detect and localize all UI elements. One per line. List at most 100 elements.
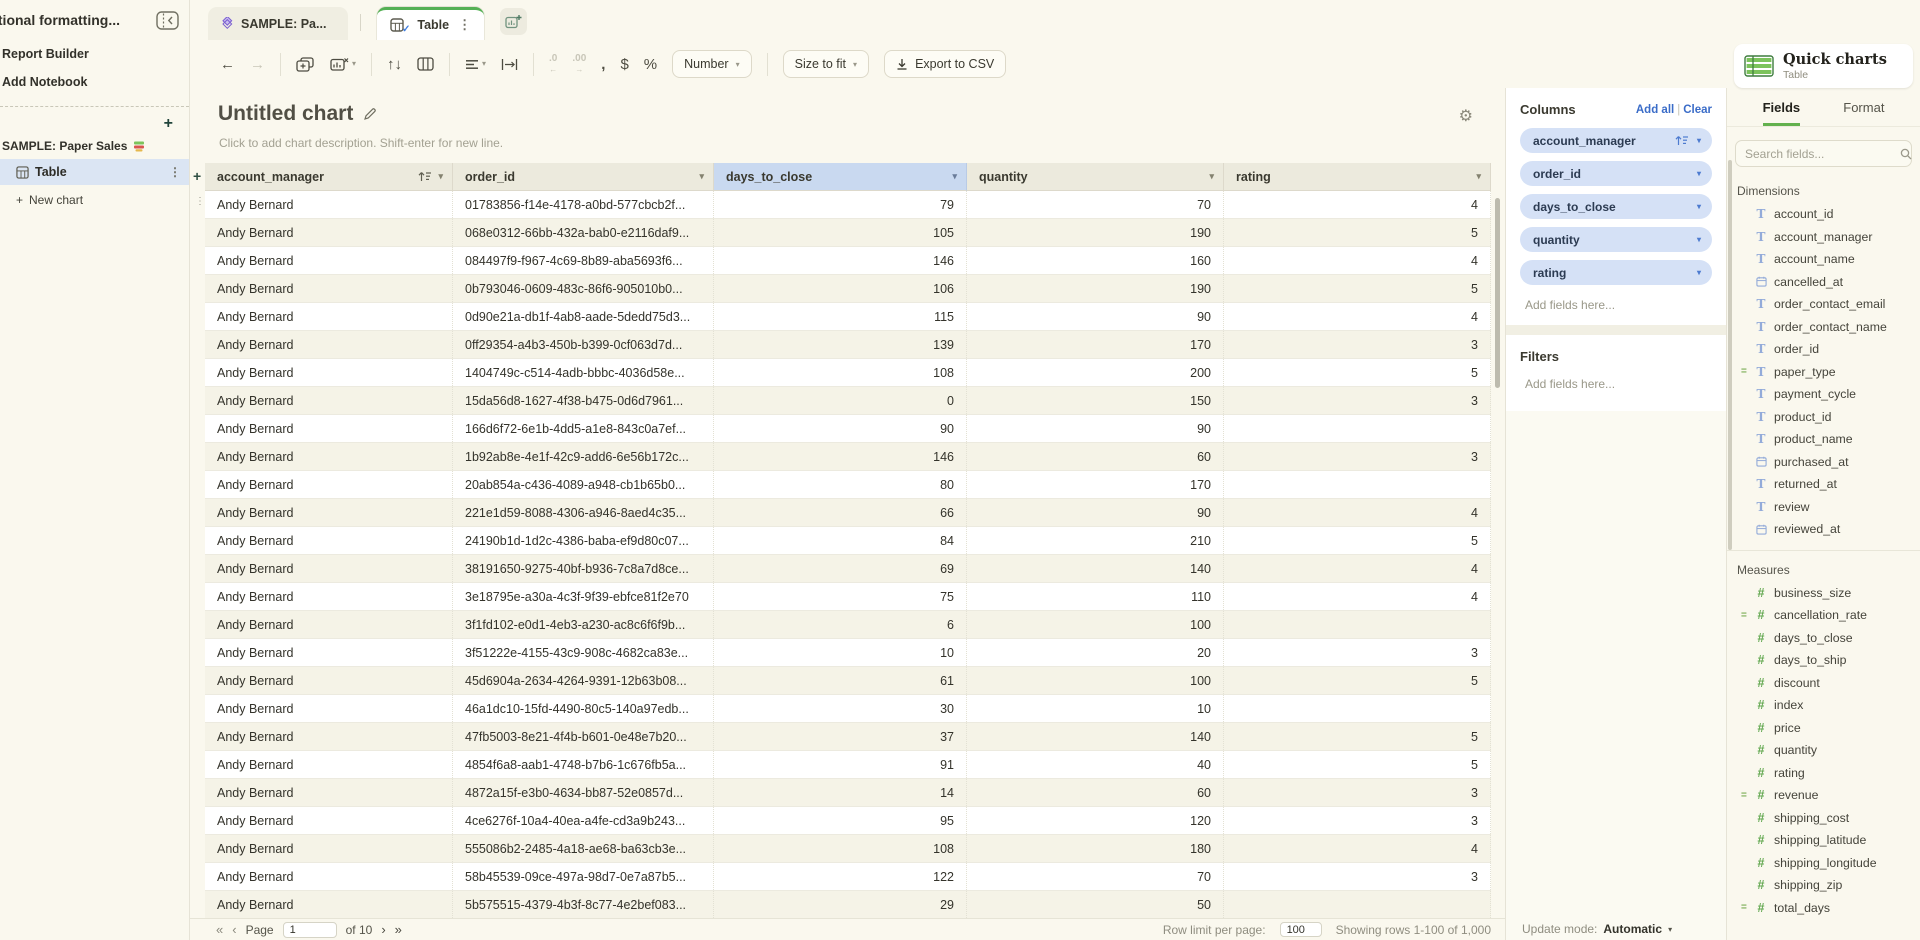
cell-rating[interactable]: 3 xyxy=(1224,387,1491,414)
cell-days_to_close[interactable]: 6 xyxy=(714,611,967,638)
search-fields-box[interactable] xyxy=(1735,140,1912,167)
cell-account_manager[interactable]: Andy Bernard xyxy=(205,807,453,834)
cell-account_manager[interactable]: Andy Bernard xyxy=(205,471,453,498)
measure-cancellation_rate[interactable]: =#cancellation_rate xyxy=(1727,604,1920,627)
cell-days_to_close[interactable]: 95 xyxy=(714,807,967,834)
next-page-icon[interactable]: › xyxy=(381,922,385,937)
cell-days_to_close[interactable]: 108 xyxy=(714,359,967,386)
cell-order_id[interactable]: 47fb5003-8e21-4f4b-b601-0e48e7b20... xyxy=(453,723,714,750)
cell-quantity[interactable]: 150 xyxy=(967,387,1224,414)
cell-rating[interactable] xyxy=(1224,891,1491,918)
measure-price[interactable]: #price xyxy=(1727,717,1920,740)
chip-menu-caret-icon[interactable]: ▾ xyxy=(1697,136,1701,145)
cell-rating[interactable]: 3 xyxy=(1224,779,1491,806)
column-menu-caret-icon[interactable]: ▾ xyxy=(1209,171,1214,182)
sort-rows-icon[interactable]: ↑↓ xyxy=(387,57,402,72)
measure-index[interactable]: #index xyxy=(1727,694,1920,717)
cell-quantity[interactable]: 90 xyxy=(967,499,1224,526)
measure-rating[interactable]: #rating xyxy=(1727,762,1920,785)
update-mode-dropdown[interactable]: Automatic xyxy=(1603,922,1662,936)
dimension-paper_type[interactable]: =Tpaper_type xyxy=(1727,361,1920,384)
cell-account_manager[interactable]: Andy Bernard xyxy=(205,863,453,890)
cell-account_manager[interactable]: Andy Bernard xyxy=(205,891,453,918)
cell-account_manager[interactable]: Andy Bernard xyxy=(205,331,453,358)
filters-add-fields-placeholder[interactable]: Add fields here... xyxy=(1520,364,1712,407)
export-csv-button[interactable]: Export to CSV xyxy=(884,50,1006,78)
cell-order_id[interactable]: 1b92ab8e-4e1f-42c9-add6-6e56b172c... xyxy=(453,443,714,470)
cell-quantity[interactable]: 20 xyxy=(967,639,1224,666)
number-format-dropdown[interactable]: Number ▾ xyxy=(672,50,751,78)
text-wrap-icon[interactable] xyxy=(501,58,518,71)
cell-account_manager[interactable]: Andy Bernard xyxy=(205,583,453,610)
cell-quantity[interactable]: 40 xyxy=(967,751,1224,778)
cell-days_to_close[interactable]: 30 xyxy=(714,695,967,722)
cell-account_manager[interactable]: Andy Bernard xyxy=(205,779,453,806)
sidebar-item-report-builder[interactable]: Report Builder xyxy=(0,40,189,68)
chart-settings-gear-icon[interactable]: ⚙ xyxy=(1459,106,1473,126)
measure-business_size[interactable]: #business_size xyxy=(1727,582,1920,605)
new-tab-button[interactable] xyxy=(500,8,527,35)
tab-format[interactable]: Format xyxy=(1843,100,1884,126)
cell-order_id[interactable]: 0ff29354-a4b3-450b-b399-0cf063d7d... xyxy=(453,331,714,358)
cell-quantity[interactable]: 110 xyxy=(967,583,1224,610)
cell-rating[interactable]: 3 xyxy=(1224,331,1491,358)
cell-days_to_close[interactable]: 90 xyxy=(714,415,967,442)
cell-rating[interactable]: 4 xyxy=(1224,583,1491,610)
chart-description-placeholder[interactable]: Click to add chart description. Shift-en… xyxy=(219,136,503,150)
cell-account_manager[interactable]: Andy Bernard xyxy=(205,247,453,274)
cell-quantity[interactable]: 90 xyxy=(967,415,1224,442)
cell-rating[interactable]: 5 xyxy=(1224,275,1491,302)
cell-days_to_close[interactable]: 122 xyxy=(714,863,967,890)
chip-menu-caret-icon[interactable]: ▾ xyxy=(1697,268,1701,277)
cell-rating[interactable]: 4 xyxy=(1224,835,1491,862)
chevron-down-icon[interactable]: ▾ xyxy=(352,60,356,68)
manage-columns-icon[interactable] xyxy=(417,57,434,71)
chevron-down-icon[interactable]: ▾ xyxy=(1668,925,1672,934)
last-page-icon[interactable]: » xyxy=(395,922,402,937)
row-limit-input[interactable] xyxy=(1280,922,1322,937)
column-menu-caret-icon[interactable]: ▾ xyxy=(952,171,957,182)
cell-quantity[interactable]: 190 xyxy=(967,275,1224,302)
cell-order_id[interactable]: 0d90e21a-db1f-4ab8-aade-5dedd75d3... xyxy=(453,303,714,330)
cell-order_id[interactable]: 38191650-9275-40bf-b936-7c8a7d8ce... xyxy=(453,555,714,582)
new-chart-button[interactable]: + New chart xyxy=(0,185,189,213)
cell-account_manager[interactable]: Andy Bernard xyxy=(205,499,453,526)
column-chip-quantity[interactable]: quantity▾ xyxy=(1520,227,1712,252)
cell-rating[interactable] xyxy=(1224,415,1491,442)
measure-discount[interactable]: #discount xyxy=(1727,672,1920,695)
cell-order_id[interactable]: 1404749c-c514-4adb-bbbc-4036d58e... xyxy=(453,359,714,386)
sort-ascending-icon[interactable] xyxy=(418,171,432,182)
prev-page-icon[interactable]: ‹ xyxy=(232,922,236,937)
measure-quantity[interactable]: #quantity xyxy=(1727,739,1920,762)
column-chip-order_id[interactable]: order_id▾ xyxy=(1520,161,1712,186)
column-header-account_manager[interactable]: account_manager▾ xyxy=(205,163,453,191)
tab-fields[interactable]: Fields xyxy=(1763,100,1801,126)
measure-revenue[interactable]: =#revenue xyxy=(1727,784,1920,807)
dimension-product_id[interactable]: Tproduct_id xyxy=(1727,406,1920,429)
measure-shipping_zip[interactable]: #shipping_zip xyxy=(1727,874,1920,897)
currency-format-icon[interactable]: $ xyxy=(620,57,628,72)
cell-days_to_close[interactable]: 10 xyxy=(714,639,967,666)
sidebar-item-table[interactable]: Table ⋮ xyxy=(0,159,189,185)
remove-chart-icon[interactable]: ▾ xyxy=(330,57,356,72)
column-chip-account_manager[interactable]: account_manager▾ xyxy=(1520,128,1712,153)
column-menu-caret-icon[interactable]: ▾ xyxy=(699,171,704,182)
cell-order_id[interactable]: 4ce6276f-10a4-40ea-a4fe-cd3a9b243... xyxy=(453,807,714,834)
cell-rating[interactable]: 5 xyxy=(1224,359,1491,386)
cell-account_manager[interactable]: Andy Bernard xyxy=(205,415,453,442)
cell-rating[interactable]: 4 xyxy=(1224,247,1491,274)
cell-account_manager[interactable]: Andy Bernard xyxy=(205,639,453,666)
edit-title-pencil-icon[interactable] xyxy=(363,107,377,121)
percent-format-icon[interactable]: % xyxy=(644,57,657,72)
cell-account_manager[interactable]: Andy Bernard xyxy=(205,275,453,302)
cell-account_manager[interactable]: Andy Bernard xyxy=(205,191,453,218)
cell-order_id[interactable]: 45d6904a-2634-4264-9391-12b63b08... xyxy=(453,667,714,694)
cell-order_id[interactable]: 166d6f72-6e1b-4dd5-a1e8-843c0a7ef... xyxy=(453,415,714,442)
cell-order_id[interactable]: 4854f6a8-aab1-4748-b7b6-1c676fb5a... xyxy=(453,751,714,778)
chip-menu-caret-icon[interactable]: ▾ xyxy=(1697,235,1701,244)
cell-quantity[interactable]: 70 xyxy=(967,191,1224,218)
tab-table[interactable]: ✓ Table ⋮ xyxy=(377,7,484,40)
cell-quantity[interactable]: 100 xyxy=(967,611,1224,638)
cell-days_to_close[interactable]: 66 xyxy=(714,499,967,526)
cell-order_id[interactable]: 5b575515-4379-4b3f-8c77-4e2bef083... xyxy=(453,891,714,918)
